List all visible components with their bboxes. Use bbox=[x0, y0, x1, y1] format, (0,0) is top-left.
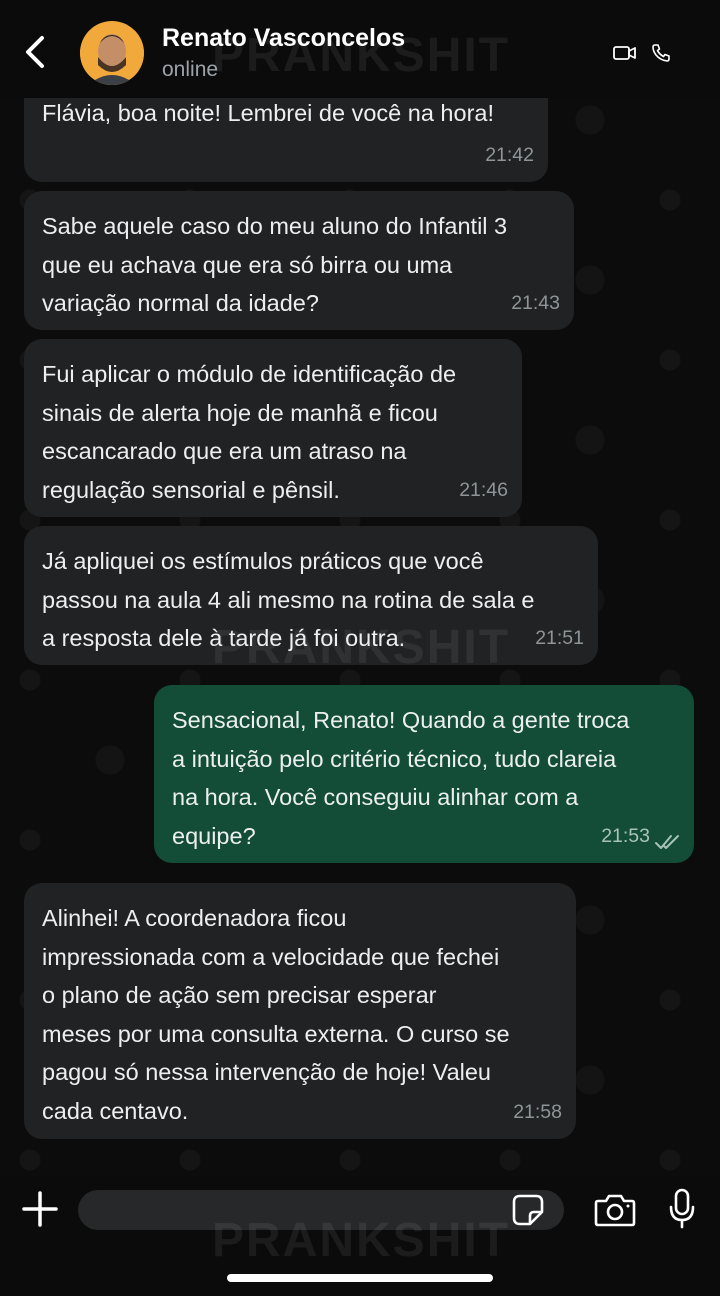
message-bubble-outgoing[interactable]: Sensacional, Renato! Quando a gente troc… bbox=[154, 685, 694, 863]
message-text: Já apliquei os estímulos práticos que vo… bbox=[42, 548, 535, 651]
microphone-button[interactable] bbox=[668, 1188, 696, 1230]
message-text: Flávia, boa noite! Lembrei de você na ho… bbox=[42, 100, 494, 126]
message-time: 21:58 bbox=[513, 1100, 562, 1123]
message-text: Alinhei! A coordenadora ficou impression… bbox=[42, 905, 510, 1124]
sticker-button[interactable] bbox=[512, 1194, 544, 1226]
message-input[interactable] bbox=[78, 1190, 564, 1230]
message-text: Sabe aquele caso do meu aluno do Infanti… bbox=[42, 213, 508, 316]
message-time: 21:43 bbox=[511, 291, 560, 314]
chat-header: Renato Vasconcelos online bbox=[0, 0, 720, 98]
camera-button[interactable] bbox=[594, 1192, 636, 1228]
message-time: 21:51 bbox=[535, 626, 584, 649]
attach-button[interactable] bbox=[22, 1191, 58, 1227]
voice-call-button[interactable] bbox=[651, 43, 671, 63]
contact-name[interactable]: Renato Vasconcelos bbox=[162, 24, 405, 53]
composer-bar bbox=[0, 1176, 720, 1296]
camera-icon bbox=[594, 1194, 636, 1227]
message-bubble-incoming[interactable]: Alinhei! A coordenadora ficou impression… bbox=[24, 883, 576, 1139]
double-check-icon bbox=[655, 835, 679, 849]
message-bubble-incoming[interactable]: Sabe aquele caso do meu aluno do Infanti… bbox=[24, 191, 574, 330]
back-button[interactable] bbox=[20, 32, 52, 72]
message-time: 21:53 bbox=[601, 824, 650, 847]
plus-icon bbox=[22, 1191, 58, 1227]
message-bubble-incoming[interactable]: Fui aplicar o módulo de identificação de… bbox=[24, 339, 522, 517]
avatar-image bbox=[80, 21, 144, 85]
video-call-button[interactable] bbox=[613, 44, 637, 62]
message-time: 21:46 bbox=[459, 478, 508, 501]
back-arrow-icon bbox=[26, 36, 44, 68]
sticker-icon bbox=[512, 1194, 544, 1226]
phone-icon bbox=[652, 44, 670, 62]
message-bubble-incoming[interactable]: Já apliquei os estímulos práticos que vo… bbox=[24, 526, 598, 665]
microphone-icon bbox=[669, 1188, 695, 1229]
home-indicator[interactable] bbox=[227, 1274, 493, 1282]
message-time: 21:42 bbox=[485, 143, 534, 166]
contact-status: online bbox=[162, 58, 219, 81]
video-call-icon bbox=[613, 46, 636, 60]
contact-avatar[interactable] bbox=[80, 21, 144, 85]
message-text: Fui aplicar o módulo de identificação de… bbox=[42, 361, 457, 503]
